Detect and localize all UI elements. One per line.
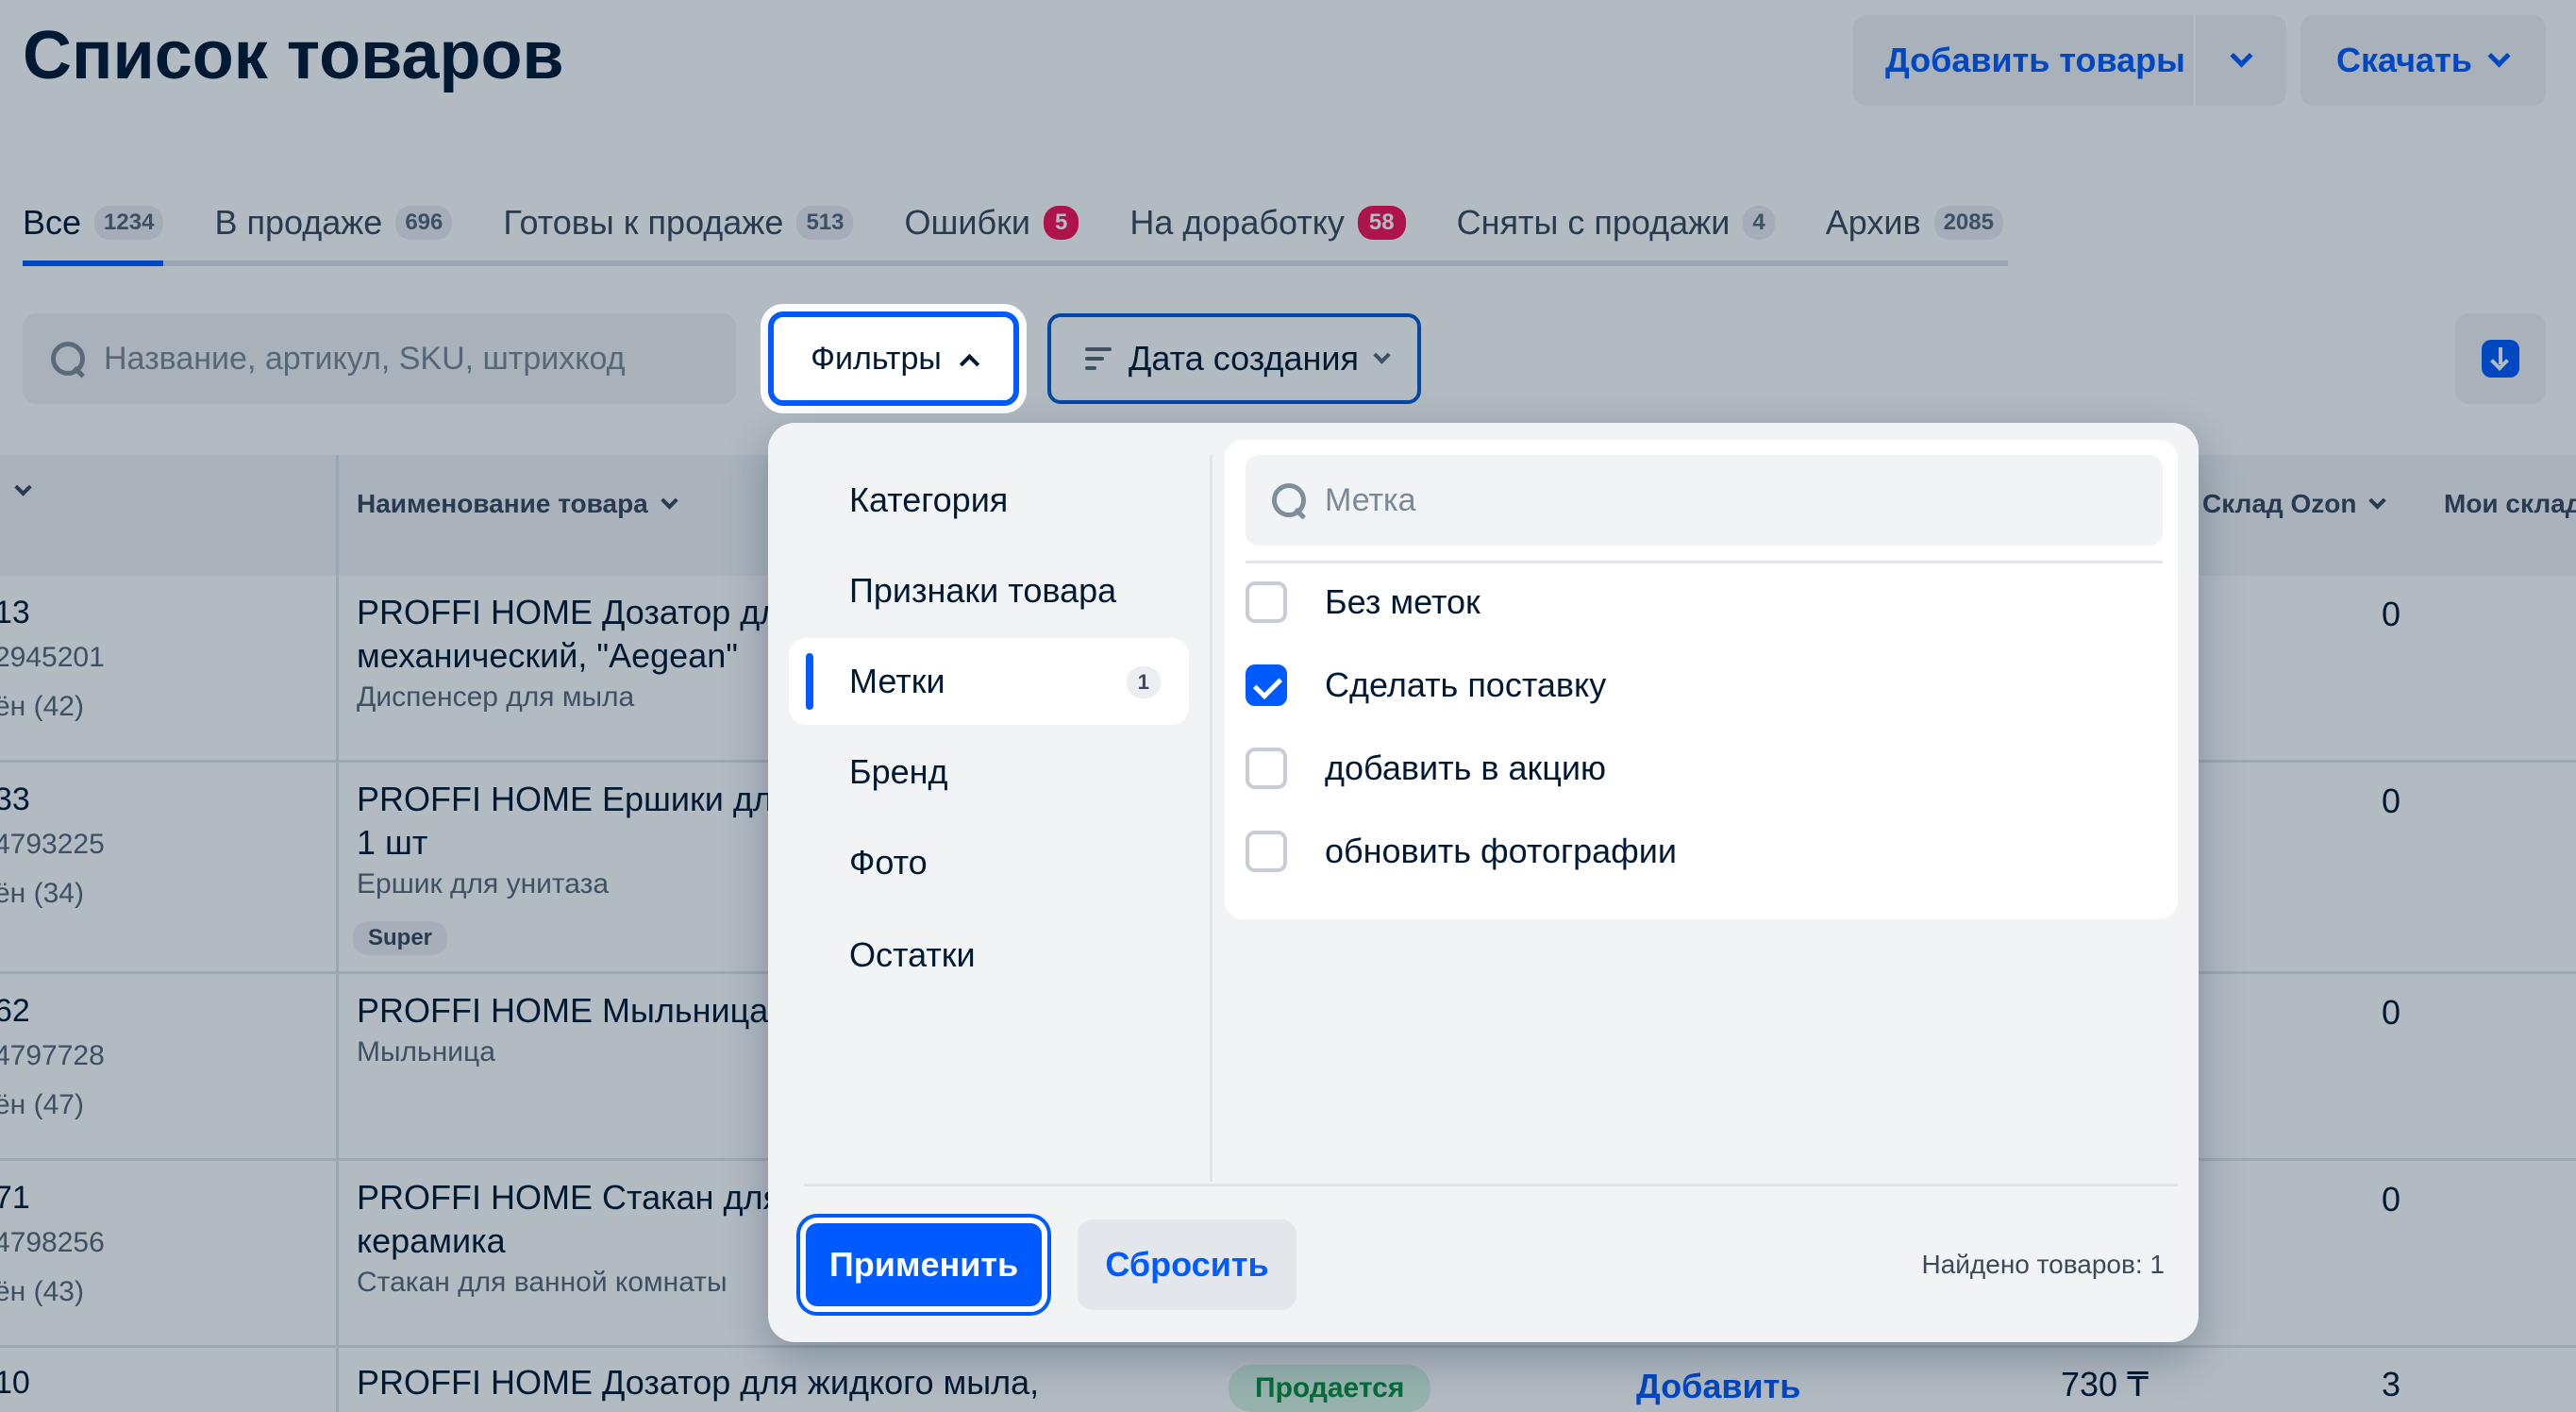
filter-tags-item[interactable]: Метки 1 [789,638,1189,725]
menu-item-label: Категория [849,480,1009,519]
tag-option-update-photos[interactable]: обновить фотографии [1246,831,1677,872]
menu-item-label: Фото [849,843,928,882]
filter-stock-item[interactable]: Остатки [789,912,1189,999]
selected-count-badge: 1 [1126,666,1161,698]
checkbox[interactable] [1246,748,1287,789]
found-products-count: Найдено товаров: 1 [1921,1250,2165,1279]
filters-button[interactable]: Фильтры [768,311,1019,406]
menu-item-label: Бренд [849,752,948,791]
tags-options-card: Без меток Сделать поставку добавить в ак… [1225,440,2178,919]
filter-panel: Категория Признаки товара Метки 1 Бренд … [768,423,2199,1342]
filter-product-attributes-item[interactable]: Признаки товара [789,547,1189,634]
menu-item-label: Остатки [849,935,976,974]
option-label: Сделать поставку [1325,665,1607,704]
menu-item-label: Метки [849,662,945,700]
search-icon [1270,481,1308,519]
chevron-up-icon [959,353,979,374]
option-label: добавить в акцию [1325,748,1606,787]
checkbox[interactable] [1246,581,1287,623]
option-label: обновить фотографии [1325,832,1677,870]
panel-divider [1210,455,1213,1182]
filters-label: Фильтры [811,340,942,377]
apply-button[interactable]: Применить [800,1218,1047,1312]
apply-label: Применить [828,1245,1019,1284]
filter-photo-item[interactable]: Фото [789,819,1189,906]
filter-category-item[interactable]: Категория [789,457,1189,544]
menu-item-label: Признаки товара [849,571,1117,610]
tag-search-input[interactable] [1325,481,2136,519]
checkbox[interactable] [1246,831,1287,872]
footer-divider [804,1184,2178,1186]
option-label: Без меток [1325,582,1480,621]
tag-option-no-tags[interactable]: Без меток [1246,581,1480,623]
checkbox-checked[interactable] [1246,664,1287,706]
tag-search [1246,455,2163,546]
tag-option-make-delivery[interactable]: Сделать поставку [1246,664,1606,706]
tag-option-add-to-promo[interactable]: добавить в акцию [1246,748,1606,789]
reset-label: Сбросить [1105,1245,1269,1284]
filter-brand-item[interactable]: Бренд [789,729,1189,815]
divider [1246,561,2163,563]
reset-button[interactable]: Сбросить [1078,1219,1296,1310]
